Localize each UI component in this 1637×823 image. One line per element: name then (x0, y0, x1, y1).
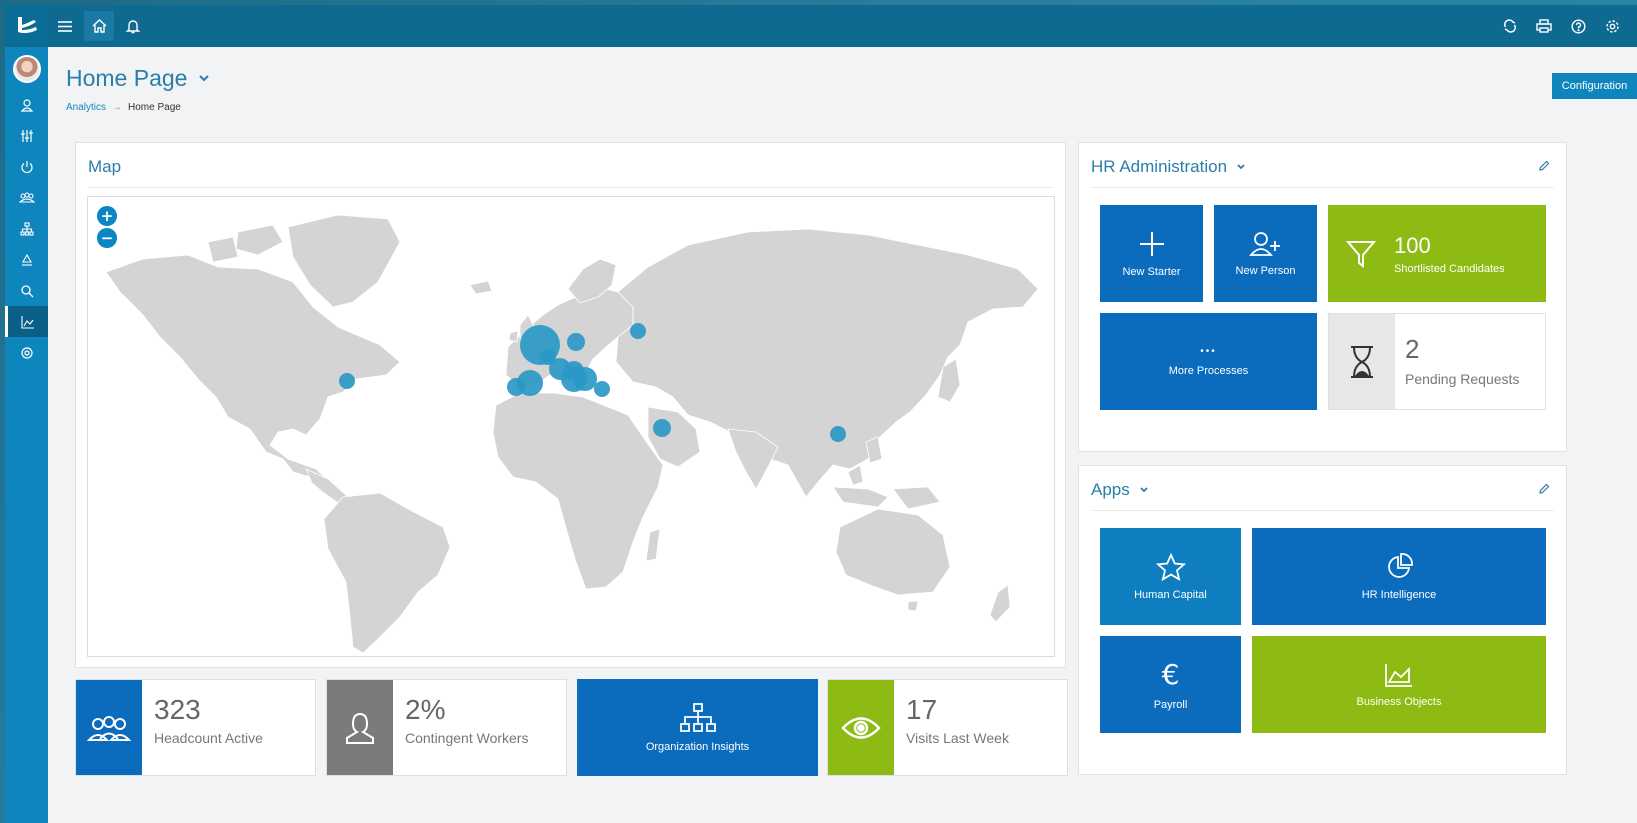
arrow-right-icon: → (112, 102, 123, 113)
more-icon: ••• (1200, 346, 1217, 357)
settings-icon[interactable] (5, 337, 48, 368)
pending-requests-tile[interactable]: 2 Pending Requests (1328, 313, 1546, 410)
zoom-out-button[interactable]: − (97, 228, 117, 248)
org-chart-icon (679, 702, 716, 732)
chart-icon[interactable] (5, 306, 48, 337)
human-capital-label: Human Capital (1134, 588, 1207, 601)
visits-value: 17 (906, 694, 938, 725)
chevron-down-icon[interactable] (1237, 164, 1245, 170)
business-objects-tile[interactable]: Business Objects (1252, 636, 1546, 733)
payroll-label: Payroll (1153, 699, 1188, 711)
more-processes-tile[interactable]: ••• More Processes (1100, 313, 1317, 410)
recycle-icon[interactable] (5, 244, 48, 275)
divider (1091, 187, 1554, 188)
headcount-label: Headcount Active (154, 730, 263, 746)
search-icon[interactable] (5, 275, 48, 306)
organization-insights-label: Organization Insights (645, 740, 750, 753)
contingent-value: 2% (405, 694, 446, 725)
new-person-tile[interactable]: New Person (1214, 205, 1317, 302)
world-map-svg (105, 214, 1039, 654)
home-icon[interactable] (84, 11, 114, 41)
breadcrumb-current: Home Page (128, 102, 181, 113)
star-icon (1155, 552, 1186, 581)
team-icon (76, 680, 142, 775)
divider (1091, 510, 1554, 511)
map-panel-title: Map (88, 157, 121, 177)
breadcrumb-analytics[interactable]: Analytics (66, 102, 106, 113)
organization-insights-tile[interactable]: Organization Insights (577, 679, 818, 776)
gear-icon[interactable] (1595, 5, 1629, 47)
divider (88, 187, 1053, 188)
new-starter-label: New Starter (1122, 265, 1181, 278)
hr-admin-title[interactable]: HR Administration (1091, 157, 1245, 177)
visits-label: Visits Last Week (906, 730, 1009, 746)
configuration-button[interactable]: Configuration (1552, 73, 1637, 99)
eye-icon (828, 680, 894, 775)
headcount-card[interactable]: 323 Headcount Active (75, 679, 316, 776)
hr-admin-title-text: HR Administration (1091, 157, 1228, 176)
print-icon[interactable] (1527, 5, 1561, 47)
euro-icon: € (1161, 658, 1180, 691)
add-user-icon (1248, 231, 1280, 256)
app-window: Home Page Analytics → Home Page Configur… (5, 5, 1637, 823)
top-bar (48, 5, 1637, 47)
world-map[interactable]: + − (87, 196, 1055, 657)
breadcrumb: Analytics → Home Page (66, 102, 181, 113)
bell-icon[interactable] (116, 5, 150, 47)
hr-intelligence-label: HR Intelligence (1361, 588, 1437, 601)
page-title-text: Home Page (66, 65, 188, 91)
pending-label: Pending Requests (1405, 371, 1520, 387)
user-avatar[interactable] (12, 55, 41, 83)
org-icon[interactable] (5, 213, 48, 244)
human-capital-tile[interactable]: Human Capital (1100, 528, 1241, 625)
person-icon[interactable] (5, 89, 48, 120)
chevron-down-icon[interactable] (199, 75, 210, 82)
pending-count: 2 (1405, 334, 1420, 364)
apps-title[interactable]: Apps (1091, 480, 1148, 500)
pencil-icon[interactable] (1538, 483, 1550, 495)
hamburger-menu-icon[interactable] (48, 5, 82, 47)
filter-icon (1346, 240, 1376, 268)
person-icon (327, 680, 393, 775)
pie-chart-icon (1388, 552, 1413, 578)
left-rail (5, 5, 48, 823)
refresh-icon[interactable] (1493, 5, 1527, 47)
apps-title-text: Apps (1091, 480, 1130, 499)
plus-icon (1139, 231, 1164, 256)
payroll-tile[interactable]: € Payroll (1100, 636, 1241, 733)
page-title[interactable]: Home Page (66, 65, 210, 92)
hr-intelligence-tile[interactable]: HR Intelligence (1252, 528, 1546, 625)
headcount-value: 323 (154, 694, 201, 725)
new-person-label: New Person (1235, 264, 1296, 277)
app-logo[interactable] (5, 5, 48, 47)
shortlisted-candidates-tile[interactable]: 100 Shortlisted Candidates (1328, 205, 1546, 302)
contingent-workers-card[interactable]: 2% Contingent Workers (326, 679, 567, 776)
shortlisted-count: 100 (1394, 232, 1431, 258)
power-icon[interactable] (5, 151, 48, 182)
visits-card[interactable]: 17 Visits Last Week (827, 679, 1068, 776)
hourglass-icon (1329, 314, 1395, 409)
more-processes-label: More Processes (1168, 365, 1249, 377)
sliders-icon[interactable] (5, 120, 48, 151)
zoom-in-button[interactable]: + (97, 206, 117, 226)
map-title-text: Map (88, 157, 122, 176)
apps-panel: Apps Human Capital HR Intelligence € Pay… (1078, 465, 1567, 775)
new-starter-tile[interactable]: New Starter (1100, 205, 1203, 302)
business-objects-label: Business Objects (1356, 695, 1442, 708)
team-icon[interactable] (5, 182, 48, 213)
pencil-icon[interactable] (1538, 160, 1550, 172)
chevron-down-icon[interactable] (1140, 487, 1148, 493)
hr-admin-panel: HR Administration New Starter New Person… (1078, 142, 1567, 452)
shortlisted-label: Shortlisted Candidates (1394, 262, 1505, 275)
area-chart-icon (1385, 663, 1412, 687)
map-panel: Map + − (75, 142, 1066, 668)
help-icon[interactable] (1561, 5, 1595, 47)
contingent-label: Contingent Workers (405, 730, 529, 746)
